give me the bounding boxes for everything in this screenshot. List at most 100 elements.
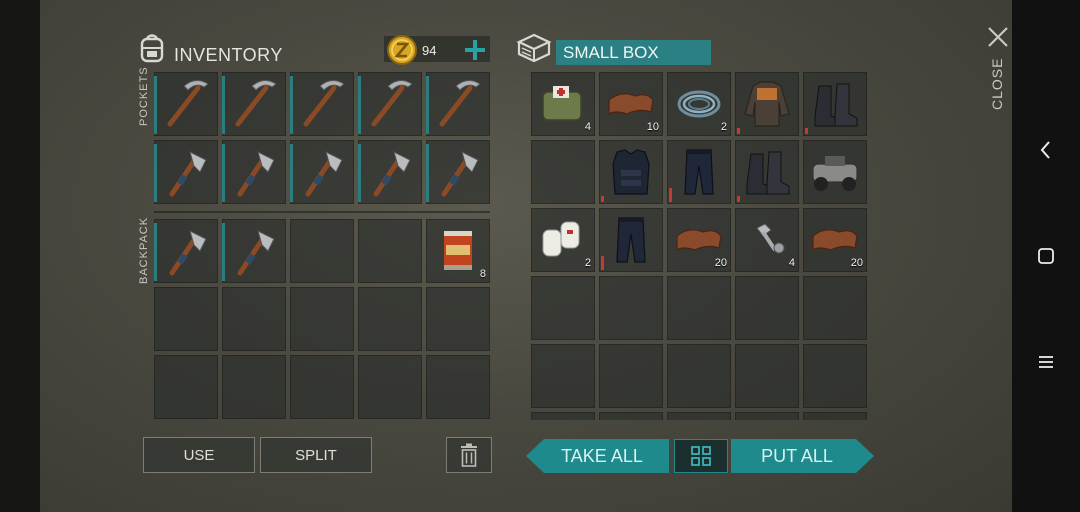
view-toggle-button[interactable]	[674, 439, 728, 473]
inventory-slot-pickaxe[interactable]	[222, 72, 286, 136]
durability-bar	[737, 196, 740, 202]
hatchet-icon	[237, 151, 275, 197]
inventory-slot-boots[interactable]	[803, 72, 867, 136]
inventory-slot-atv[interactable]	[803, 140, 867, 204]
empty-slot[interactable]	[426, 287, 490, 351]
inventory-slot-hatchet[interactable]	[154, 140, 218, 204]
inventory-slot-canned-food[interactable]: 8	[426, 219, 490, 283]
inventory-slot-wire[interactable]: 2	[667, 72, 731, 136]
empty-slot[interactable]	[531, 412, 595, 420]
inventory-slot-first-aid-bag[interactable]: 4	[531, 72, 595, 136]
item-quantity: 2	[720, 121, 727, 133]
empty-slot[interactable]	[735, 412, 799, 420]
pickaxe-icon	[371, 80, 413, 127]
boots-icon	[814, 83, 858, 127]
home-button[interactable]	[1012, 236, 1080, 276]
inventory-slot-pickaxe[interactable]	[426, 72, 490, 136]
hatchet-icon	[169, 230, 207, 276]
hatchet-icon	[373, 151, 411, 197]
inventory-slot-bolts[interactable]: 4	[735, 208, 799, 272]
put-all-button[interactable]: PUT ALL	[731, 439, 874, 473]
police-pants-icon	[616, 217, 646, 263]
empty-slot[interactable]	[426, 355, 490, 419]
inventory-slot-police-vest[interactable]	[599, 140, 663, 204]
recents-icon	[1039, 356, 1053, 368]
durability-bar	[601, 256, 604, 270]
inventory-slot-hatchet[interactable]	[426, 140, 490, 204]
empty-slot[interactable]	[531, 344, 595, 408]
inventory-slot-leather[interactable]: 20	[667, 208, 731, 272]
inventory-slot-hatchet[interactable]	[290, 140, 354, 204]
item-quantity: 4	[788, 257, 795, 269]
durability-bar	[601, 196, 604, 202]
back-button[interactable]	[1012, 130, 1080, 170]
inventory-slot-pickaxe[interactable]	[358, 72, 422, 136]
empty-slot[interactable]	[803, 344, 867, 408]
hatchet-icon	[169, 151, 207, 197]
item-quantity: 20	[850, 257, 863, 269]
empty-slot[interactable]	[531, 276, 595, 340]
box-title-field[interactable]: SMALL BOX	[556, 40, 711, 65]
empty-slot[interactable]	[599, 344, 663, 408]
item-quantity: 20	[714, 257, 727, 269]
delete-button[interactable]	[446, 437, 492, 473]
jacket-icon	[744, 81, 790, 127]
police-pants-icon	[684, 149, 714, 195]
recents-button[interactable]	[1012, 342, 1080, 382]
empty-slot[interactable]	[803, 412, 867, 420]
pockets-label: POCKETS	[138, 66, 150, 126]
inventory-slot-pickaxe[interactable]	[290, 72, 354, 136]
back-icon	[1040, 141, 1050, 159]
inventory-slot-police-pants[interactable]	[667, 140, 731, 204]
empty-slot[interactable]	[290, 219, 354, 283]
empty-slot[interactable]	[290, 355, 354, 419]
empty-slot[interactable]	[358, 219, 422, 283]
home-icon	[1038, 248, 1054, 264]
coin-count: 94	[422, 43, 437, 58]
inventory-slot-leather[interactable]: 10	[599, 72, 663, 136]
empty-slot[interactable]	[358, 355, 422, 419]
box-title: SMALL BOX	[563, 43, 659, 62]
empty-slot[interactable]	[154, 355, 218, 419]
empty-slot[interactable]	[735, 344, 799, 408]
empty-slot[interactable]	[222, 287, 286, 351]
empty-slot[interactable]	[667, 344, 731, 408]
inventory-slot-hatchet[interactable]	[222, 219, 286, 283]
item-quantity: 2	[584, 257, 591, 269]
police-vest-icon	[612, 149, 650, 195]
use-button[interactable]: USE	[143, 437, 255, 473]
empty-slot[interactable]	[154, 287, 218, 351]
durability-bar	[737, 128, 740, 134]
coin-icon	[387, 35, 417, 65]
empty-slot[interactable]	[803, 276, 867, 340]
empty-slot[interactable]	[735, 276, 799, 340]
inventory-slot-police-pants[interactable]	[599, 208, 663, 272]
empty-slot[interactable]	[290, 287, 354, 351]
empty-slot[interactable]	[531, 140, 595, 204]
plus-icon[interactable]	[462, 37, 488, 63]
pickaxe-icon	[235, 80, 277, 127]
empty-slot[interactable]	[222, 355, 286, 419]
section-divider	[154, 211, 490, 213]
boots-icon	[746, 151, 790, 195]
empty-slot[interactable]	[599, 412, 663, 420]
empty-slot[interactable]	[599, 276, 663, 340]
inventory-slot-hatchet[interactable]	[222, 140, 286, 204]
empty-slot[interactable]	[667, 276, 731, 340]
inventory-slot-jacket[interactable]	[735, 72, 799, 136]
inventory-slot-boots[interactable]	[735, 140, 799, 204]
inventory-slot-pickaxe[interactable]	[154, 72, 218, 136]
box-grid: 4 10 2 2 20 4 20	[531, 72, 869, 420]
pickaxe-icon	[303, 80, 345, 127]
empty-slot[interactable]	[358, 287, 422, 351]
inventory-slot-leather[interactable]: 20	[803, 208, 867, 272]
durability-bar	[805, 128, 808, 134]
inventory-slot-hatchet[interactable]	[154, 219, 218, 283]
close-button[interactable]: CLOSE	[980, 20, 1014, 116]
take-all-button[interactable]: TAKE ALL	[526, 439, 669, 473]
split-button[interactable]: SPLIT	[260, 437, 372, 473]
inventory-slot-hatchet[interactable]	[358, 140, 422, 204]
inventory-slot-bandages[interactable]: 2	[531, 208, 595, 272]
close-label: CLOSE	[989, 57, 1005, 110]
empty-slot[interactable]	[667, 412, 731, 420]
